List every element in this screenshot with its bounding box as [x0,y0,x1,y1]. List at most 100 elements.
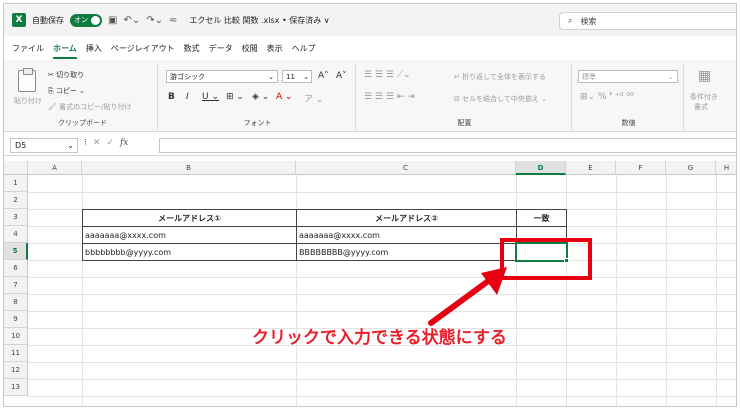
cut-label: 切り取り [56,71,85,79]
formula-input[interactable] [159,138,736,153]
file-title[interactable]: エクセル 比較 関数 .xlsx • 保存済み ∨ [189,15,329,26]
font-name-value: 游ゴシック [170,72,205,81]
format-painter-button[interactable]: 🖌 書式のコピー/貼り付け [48,102,131,112]
number-format-value: 標準 [582,72,596,81]
column-header-a[interactable]: A [28,161,82,175]
header-email-1[interactable]: メールアドレス① [82,209,297,227]
font-name-select[interactable]: 游ゴシック ⌄ [166,70,278,83]
font-group: 游ゴシック ⌄ 11 ⌄ A˄ A˅ B I U ⌄ ⊞ ⌄ ◈ ⌄ A ⌄ ア ⌄… [160,64,356,130]
worksheet-grid: A B C D E F G H 1 2 3 4 5 6 7 8 9 10 11 … [4,161,736,406]
gridline [28,379,736,380]
tab-view[interactable]: 表示 [267,41,283,56]
gridline [716,175,717,406]
conditional-format-label-2[interactable]: 書式 [694,102,708,112]
search-box[interactable]: ⌕ 検索 [559,12,736,30]
insert-function-icon[interactable]: fx [120,138,128,148]
tab-formulas[interactable]: 数式 [184,41,200,56]
chevron-down-icon: ⌄ [268,72,274,81]
border-icon[interactable]: ⊞ ⌄ [226,92,244,102]
alignment-group: ☰ ☰ ☰ ⟋⌄ ☰ ☰ ☰ ⇤ ⇥ ↵ 折り返して全体を表示する ⊟ セルを結… [358,64,572,130]
row-header-12[interactable]: 12 [4,362,28,379]
header-email-2[interactable]: メールアドレス② [296,209,517,227]
gridline [28,362,736,363]
name-box-value: D5 [15,141,27,150]
tab-page-layout[interactable]: ページレイアウト [111,41,175,56]
tab-data[interactable]: データ [209,41,233,56]
gridline [616,175,617,406]
ribbon: 貼り付け ✂ 切り取り ⎘ コピー ⌄ 🖌 書式のコピー/貼り付け クリップボー… [4,60,736,132]
column-header-e[interactable]: E [566,161,616,175]
row-header-1[interactable]: 1 [4,175,28,192]
paste-icon[interactable] [18,68,36,92]
chevron-down-icon: ⌄ [668,72,674,81]
row-header-13[interactable]: 13 [4,379,28,396]
row-header-9[interactable]: 9 [4,311,28,328]
underline-button[interactable]: U ⌄ [202,92,219,102]
redo-icon[interactable]: ↷⌄ [146,15,163,26]
row-header-3[interactable]: 3 [4,209,28,226]
clipboard-group-label: クリップボード [58,119,107,127]
undo-icon[interactable]: ↶⌄ [123,15,140,26]
copy-button[interactable]: ⎘ コピー ⌄ [48,86,85,96]
cut-button[interactable]: ✂ 切り取り [48,70,84,80]
merge-center-button[interactable]: ⊟ セルを結合して中央揃え ⌄ [454,94,547,104]
tab-review[interactable]: 校閲 [242,41,258,56]
number-format-select[interactable]: 標準 ⌄ [578,70,678,83]
conditional-format-label[interactable]: 条件付き [690,92,718,102]
row-header-2[interactable]: 2 [4,192,28,209]
tab-insert[interactable]: 挿入 [86,41,102,56]
number-format-icons[interactable]: ⊞⌄ % ❜ ⁺⁰ ⁰⁰ [580,92,634,102]
name-box[interactable]: D5 ⌄ [10,138,78,153]
gridline [666,175,667,406]
cell-c4[interactable]: aaaaaaa@xxxx.com [296,226,517,244]
increase-font-icon[interactable]: A˄ [318,71,329,81]
row-header-4[interactable]: 4 [4,226,28,243]
autosave-toggle[interactable]: オン [70,13,102,27]
bold-button[interactable]: B [168,92,175,102]
save-icon[interactable]: ▣ [108,15,117,26]
column-header-c[interactable]: C [296,161,516,175]
excel-logo-icon: X [12,13,26,27]
alignment-group-label: 配置 [457,119,472,127]
row-header-10[interactable]: 10 [4,328,28,345]
column-header-b[interactable]: B [82,161,296,175]
row-header-6[interactable]: 6 [4,260,28,277]
tab-home[interactable]: ホーム [53,41,77,59]
column-header-h[interactable]: H [716,161,736,175]
column-header-g[interactable]: G [666,161,716,175]
wrap-text-button[interactable]: ↵ 折り返して全体を表示する [454,72,546,82]
italic-button[interactable]: I [186,92,189,102]
enter-icon[interactable]: ✓ [106,138,114,148]
cell-b4[interactable]: aaaaaaa@xxxx.com [82,226,297,244]
gridline [28,396,736,397]
decrease-font-icon[interactable]: A˅ [336,71,347,81]
row-header-7[interactable]: 7 [4,277,28,294]
wrap-text-label: 折り返して全体を表示する [462,73,546,81]
header-match[interactable]: 一致 [516,209,567,227]
font-color-icon[interactable]: A ⌄ [276,92,293,102]
phonetic-icon[interactable]: ア ⌄ [304,92,323,105]
copy-label: コピー [55,87,77,95]
gridline [28,311,736,312]
column-header-f[interactable]: F [616,161,666,175]
conditional-format-icon[interactable]: ▦ [698,68,711,84]
cancel-icon[interactable]: ✕ [93,138,101,148]
chevron-down-icon: ⌄ [67,141,74,150]
row-header-8[interactable]: 8 [4,294,28,311]
font-size-select[interactable]: 11 ⌄ [282,70,312,83]
horizontal-align-icons[interactable]: ☰ ☰ ☰ ⇤ ⇥ [364,92,415,102]
row-header-5[interactable]: 5 [4,243,28,260]
tab-help[interactable]: ヘルプ [292,41,316,56]
tab-file[interactable]: ファイル [12,41,44,56]
vertical-align-icons[interactable]: ☰ ☰ ☰ ⟋⌄ [364,70,411,80]
fill-color-icon[interactable]: ◈ ⌄ [252,92,269,102]
search-icon: ⌕ [568,16,573,25]
font-size-value: 11 [286,72,295,81]
paste-button[interactable]: 貼り付け [14,96,42,106]
customize-toolbar-icon[interactable]: ≂ [169,15,177,26]
cell-b5[interactable]: bbbbbbbb@yyyy.com [82,243,297,261]
cell-c5[interactable]: BBBBBBBB@yyyy.com [296,243,517,261]
row-header-11[interactable]: 11 [4,345,28,362]
select-all-corner[interactable] [4,161,28,175]
column-header-d[interactable]: D [516,161,566,175]
